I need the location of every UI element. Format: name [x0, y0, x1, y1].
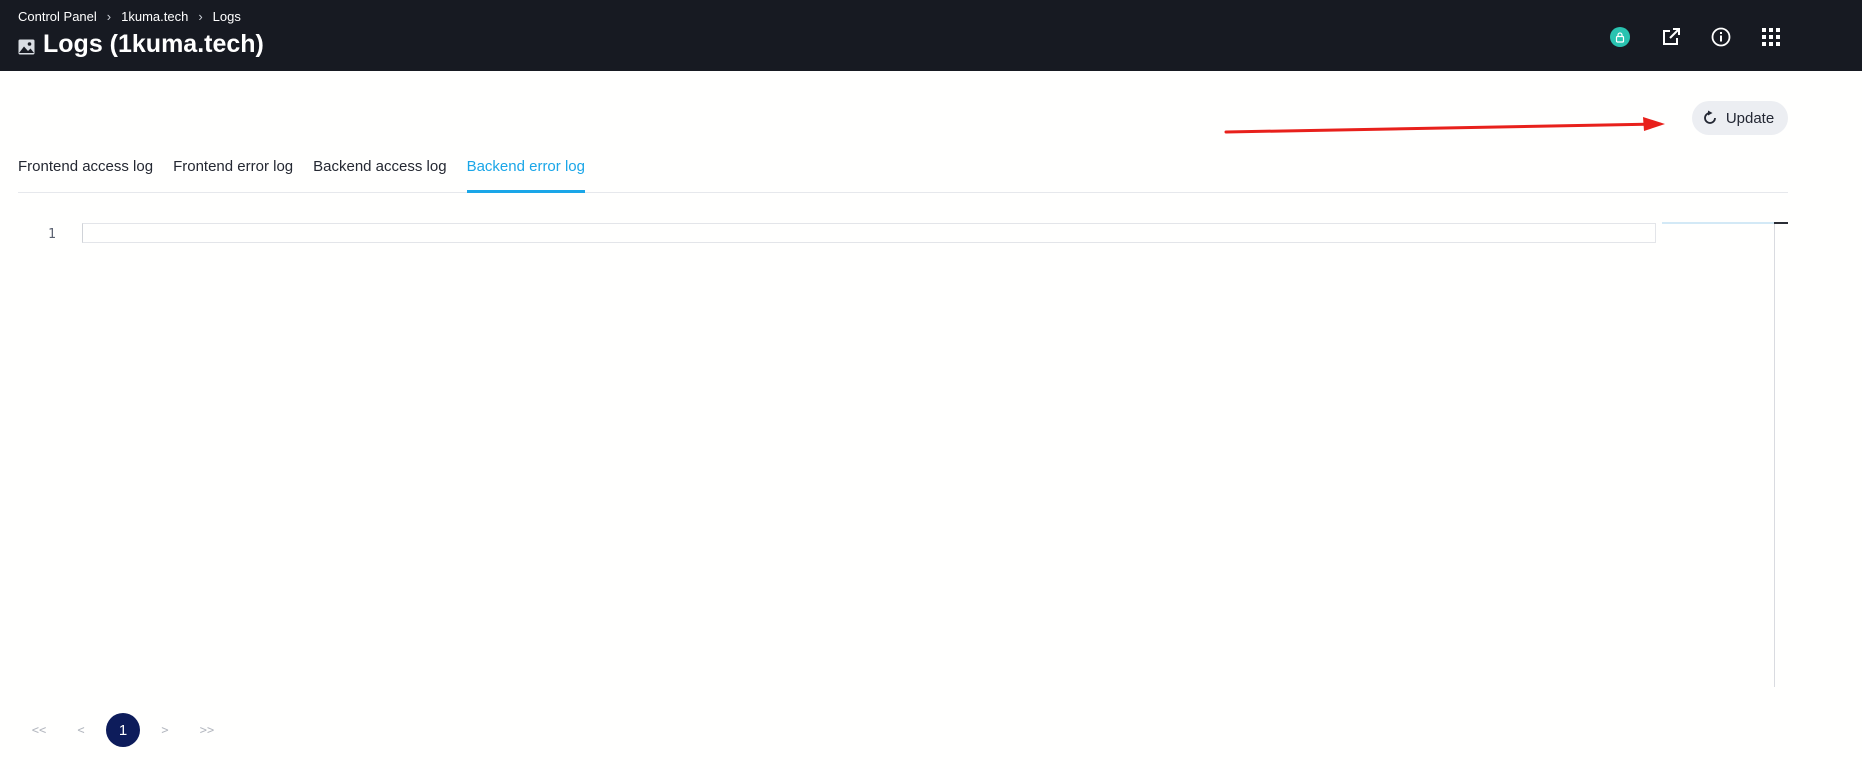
last-page-button[interactable]: >>	[190, 713, 224, 747]
pagination: << < 1 > >>	[22, 713, 232, 747]
log-tabs: Frontend access log Frontend error log B…	[18, 150, 1788, 193]
tab-backend-error-log[interactable]: Backend error log	[466, 150, 586, 193]
line-number: 1	[48, 227, 56, 242]
tab-frontend-error-log[interactable]: Frontend error log	[173, 150, 293, 192]
apps-button[interactable]	[1756, 22, 1786, 52]
info-icon	[1711, 27, 1731, 47]
current-page-button[interactable]: 1	[106, 713, 140, 747]
update-button[interactable]: Update	[1692, 101, 1788, 135]
minimap-slider[interactable]	[1662, 222, 1774, 224]
prev-page-button[interactable]: <	[64, 713, 98, 747]
annotation-arrow	[1224, 117, 1665, 134]
tab-frontend-access-log[interactable]: Frontend access log	[18, 150, 153, 192]
tab-backend-access-log[interactable]: Backend access log	[313, 150, 446, 192]
lock-icon	[1610, 27, 1630, 47]
first-page-button[interactable]: <<	[22, 713, 56, 747]
apps-grid-icon	[1762, 28, 1780, 46]
ssl-status-button[interactable]	[1605, 22, 1635, 52]
next-page-button[interactable]: >	[148, 713, 182, 747]
refresh-icon	[1703, 110, 1716, 124]
log-viewer[interactable]: 1	[0, 222, 1790, 687]
external-link-icon	[1663, 28, 1680, 45]
update-button-label: Update	[1725, 109, 1775, 127]
open-site-button[interactable]	[1656, 22, 1686, 52]
scroll-position-marker	[1774, 222, 1788, 224]
top-bar: Control Panel › 1kuma.tech › Logs Logs (…	[0, 0, 1862, 71]
vertical-scrollbar[interactable]	[1774, 222, 1775, 687]
info-button[interactable]	[1706, 22, 1736, 52]
current-line[interactable]	[82, 223, 1656, 243]
header-actions	[0, 22, 1862, 52]
